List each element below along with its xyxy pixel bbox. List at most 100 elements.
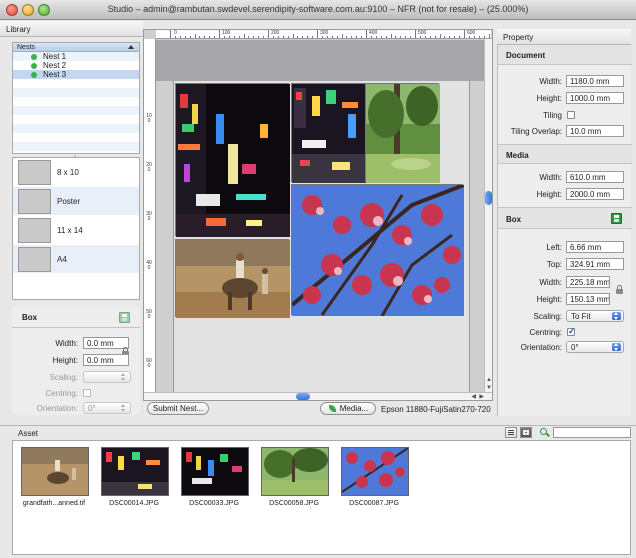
size-item-8x10[interactable]: 8 x 10 xyxy=(13,158,139,187)
box-height-input[interactable]: 0.0 mm xyxy=(83,354,129,366)
ruler-tick xyxy=(282,36,284,38)
nest-list[interactable]: Nests Nest 1 Nest 2 Nest 3 xyxy=(12,42,140,154)
photo-image xyxy=(366,84,440,183)
box-orientation-row: Orientation: 0° xyxy=(498,341,632,355)
box-orientation-select[interactable]: 0° xyxy=(566,341,624,353)
ruler-tick xyxy=(464,30,465,38)
zoom-window-button[interactable] xyxy=(38,4,50,16)
close-window-button[interactable] xyxy=(6,4,18,16)
vertical-scrollbar[interactable]: ▲ ▼ xyxy=(484,39,492,393)
leaf-icon xyxy=(329,405,336,412)
media-sheet[interactable] xyxy=(173,81,470,393)
ruler-tick xyxy=(424,36,426,38)
horizontal-scrollbar[interactable]: ◀ ▶ xyxy=(144,392,492,400)
ruler-label: 400 xyxy=(146,260,152,271)
centring-checkbox[interactable] xyxy=(83,389,91,397)
media-height-input[interactable]: 2000.0 mm xyxy=(566,188,624,200)
size-label: Poster xyxy=(57,197,81,206)
scroll-down-icon[interactable]: ▼ xyxy=(486,385,492,391)
height-label: Height: xyxy=(52,356,78,365)
grid-view-button[interactable] xyxy=(520,427,532,438)
horizontal-scroll-thumb[interactable] xyxy=(296,393,310,400)
ruler-tick xyxy=(174,36,176,38)
width-label: Width: xyxy=(539,77,562,86)
vertical-scroll-thumb[interactable] xyxy=(485,191,492,205)
save-icon[interactable] xyxy=(611,213,622,224)
asset-item-dsc00033[interactable]: DSC00033.JPG xyxy=(177,445,251,515)
ruler-tick xyxy=(317,30,318,38)
orientation-label: Orientation: xyxy=(36,404,78,413)
size-item-11x14[interactable]: 11 x 14 xyxy=(13,216,139,245)
ruler-tick xyxy=(351,36,353,38)
asset-item-dsc00014[interactable]: DSC00014.JPG xyxy=(97,445,171,515)
orientation-select[interactable]: 0° xyxy=(83,402,131,414)
ruler-tick xyxy=(287,36,289,38)
ruler-label: 500 xyxy=(146,309,152,320)
top-label: Top: xyxy=(546,260,562,269)
ruler-tick xyxy=(410,36,412,38)
list-view-button[interactable] xyxy=(505,427,517,438)
size-label: A4 xyxy=(57,255,67,264)
media-button[interactable]: Media... xyxy=(320,402,376,415)
asset-thumbnail xyxy=(341,447,409,496)
doc-height-input[interactable]: 1000.0 mm xyxy=(566,92,624,104)
nest-item-3[interactable]: Nest 3 xyxy=(13,70,139,79)
centring-checkbox[interactable] xyxy=(567,326,576,337)
nest-label: Nest 3 xyxy=(43,70,67,79)
asset-list[interactable]: grandfath...anned.tif DSC00014.JPG DSC00… xyxy=(12,440,631,555)
box-height-input[interactable]: 150.13 mm xyxy=(566,293,610,305)
media-width-input[interactable]: 610.0 mm xyxy=(566,171,624,183)
asset-filename: grandfath...anned.tif xyxy=(22,500,86,507)
size-label: 11 x 14 xyxy=(57,226,83,235)
size-item-poster[interactable]: Poster xyxy=(13,187,139,216)
document-section: Document xyxy=(498,45,632,65)
doc-height-row: Height: 1000.0 mm xyxy=(498,92,632,106)
print-size-list[interactable]: 8 x 10 Poster 11 x 14 A4 xyxy=(12,157,140,300)
box-width-input[interactable]: 225.18 mm xyxy=(566,276,610,288)
tiling-checkbox[interactable] xyxy=(567,111,575,119)
nests-column-header[interactable]: Nests xyxy=(13,43,139,52)
scroll-left-icon[interactable]: ◀ xyxy=(471,394,476,400)
nest-canvas[interactable]: 0 100 200 300 400 500 600 100 200 300 40… xyxy=(143,29,493,401)
asset-item-grandfather[interactable]: grandfath...anned.tif xyxy=(17,445,91,515)
photo-grandfather-horse[interactable] xyxy=(175,239,290,318)
scroll-right-icon[interactable]: ▶ xyxy=(479,394,484,400)
save-icon[interactable] xyxy=(119,312,130,323)
ruler-tick xyxy=(184,36,186,38)
ruler-tick xyxy=(326,36,328,38)
asset-thumbnail xyxy=(181,447,249,496)
box-scaling-select[interactable]: To Fit xyxy=(566,310,624,322)
ruler-tick xyxy=(219,30,220,38)
photo-city-night-2[interactable] xyxy=(291,83,366,183)
photo-blossoms[interactable] xyxy=(290,183,465,317)
divider xyxy=(12,327,140,328)
submit-nest-button[interactable]: Submit Nest... xyxy=(147,402,209,415)
size-item-a4[interactable]: A4 xyxy=(13,245,139,274)
box-left-input[interactable]: 6.66 mm xyxy=(566,241,624,253)
centring-label: Centring: xyxy=(529,328,562,337)
asset-item-dsc00058[interactable]: DSC00058.JPG xyxy=(257,445,331,515)
ruler-label: 200 xyxy=(146,162,152,173)
ruler-tick xyxy=(361,36,363,38)
asset-search-input[interactable] xyxy=(553,427,631,438)
asset-thumbnail xyxy=(21,447,89,496)
photo-park[interactable] xyxy=(365,83,440,183)
box-top-input[interactable]: 324.91 mm xyxy=(566,258,624,270)
ruler-tick xyxy=(380,36,382,38)
nest-item-1[interactable]: Nest 1 xyxy=(13,52,139,61)
tiling-overlap-input[interactable]: 10.0 mm xyxy=(566,125,624,137)
lock-aspect-icon[interactable] xyxy=(616,285,623,294)
ruler-tick xyxy=(263,36,265,38)
scaling-select[interactable] xyxy=(83,371,131,383)
minimize-window-button[interactable] xyxy=(22,4,34,16)
scroll-up-icon[interactable]: ▲ xyxy=(486,377,492,383)
box-centring-row: Centring: xyxy=(498,326,632,340)
width-label: Width: xyxy=(539,278,562,287)
asset-item-dsc00087[interactable]: DSC00087.JPG xyxy=(337,445,411,515)
nest-item-2[interactable]: Nest 2 xyxy=(13,61,139,70)
doc-width-input[interactable]: 1180.0 mm xyxy=(566,75,624,87)
asset-title: Asset xyxy=(18,429,39,438)
width-label: Width: xyxy=(539,173,562,182)
ruler-tick xyxy=(258,36,260,38)
photo-city-night-1[interactable] xyxy=(175,83,290,237)
